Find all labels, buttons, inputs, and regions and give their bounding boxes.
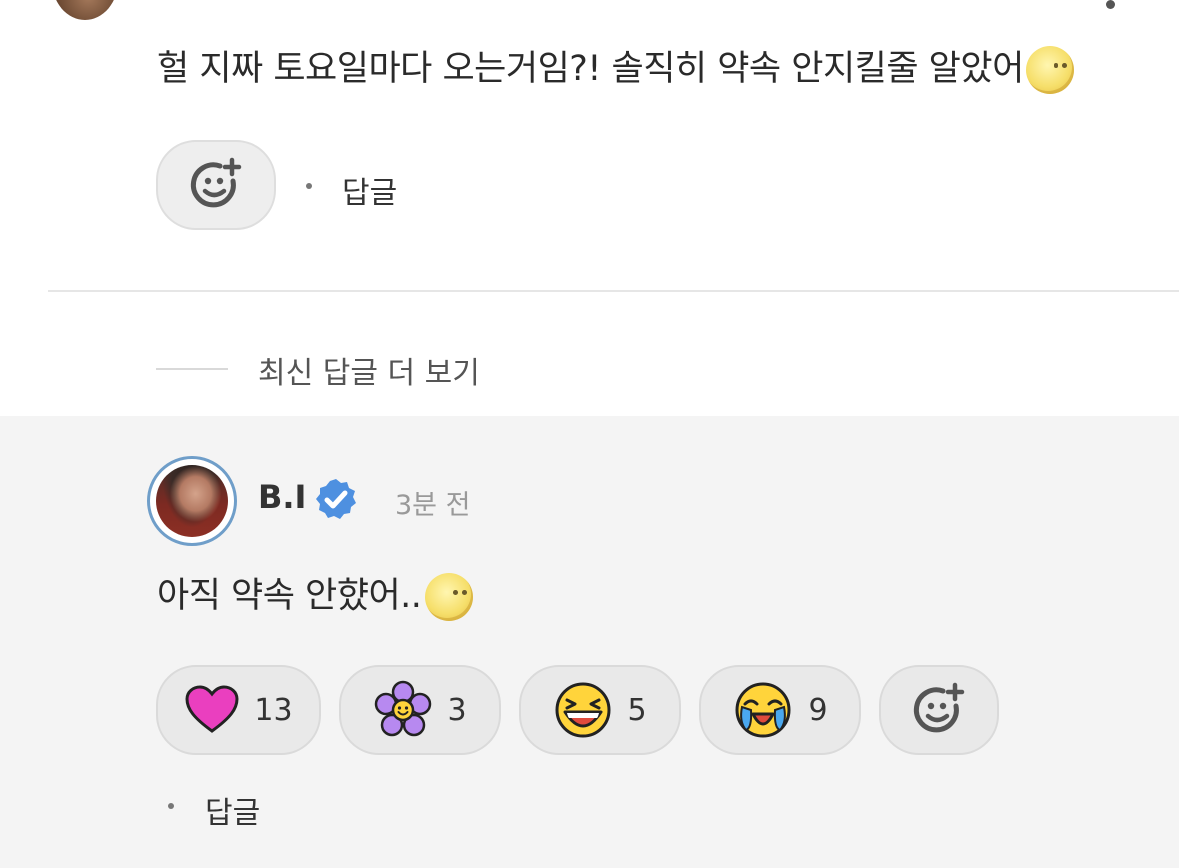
more-replies-link[interactable]: 최신 답글 더 보기 (258, 348, 480, 392)
reaction-count: 13 (254, 692, 293, 728)
reply-author-avatar[interactable] (147, 456, 237, 546)
reply-button[interactable]: 답글 (205, 788, 260, 832)
reply-body: 아직 약속 안햤어.. (157, 576, 422, 616)
add-reaction-button[interactable] (879, 665, 999, 755)
laughing-face-icon (555, 682, 611, 738)
reaction-laugh-button[interactable]: 5 (519, 665, 681, 755)
comment-body: 헐 지짜 토요일마다 오는거임?! 솔직히 약속 안지킬줄 알았어 (157, 49, 1024, 89)
reply-timestamp: 3분 전 (395, 490, 471, 521)
reply-text: 아직 약속 안햤어.. (157, 567, 474, 621)
separator-dot (306, 183, 312, 189)
separator-dot (168, 803, 174, 809)
reaction-cry-button[interactable]: 9 (699, 665, 861, 755)
full-moon-face-icon (1025, 46, 1074, 94)
avatar-photo (156, 465, 228, 537)
reaction-count: 5 (627, 692, 647, 728)
more-options-icon[interactable] (1106, 0, 1115, 9)
commenter-avatar[interactable] (52, 0, 118, 20)
heart-icon (185, 685, 239, 733)
flower-icon (375, 680, 432, 737)
verified-badge-icon (316, 479, 356, 519)
reply-author-name[interactable]: B.I (258, 478, 306, 516)
add-reaction-button[interactable] (156, 140, 276, 230)
add-reaction-icon (190, 157, 242, 208)
reaction-count: 3 (447, 692, 467, 728)
add-reaction-icon (913, 682, 965, 733)
full-moon-face-icon (425, 573, 474, 621)
reply-button[interactable]: 답글 (342, 168, 397, 212)
more-replies-line (156, 368, 228, 370)
divider (48, 290, 1179, 292)
reaction-heart-button[interactable]: 13 (156, 665, 321, 755)
reaction-flower-button[interactable]: 3 (339, 665, 501, 755)
crying-face-icon (735, 682, 791, 738)
comment-text: 헐 지짜 토요일마다 오는거임?! 솔직히 약속 안지킬줄 알았어 (157, 40, 1074, 94)
reaction-count: 9 (808, 692, 828, 728)
